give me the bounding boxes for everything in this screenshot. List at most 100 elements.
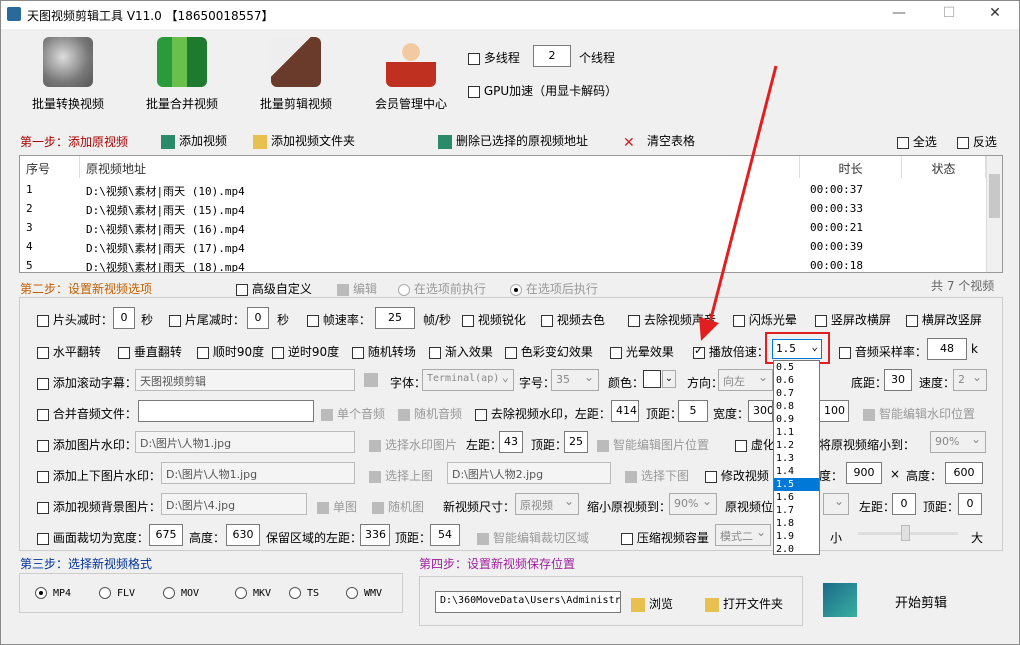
crop-width-input[interactable]: 675 — [149, 524, 183, 546]
fadein-checkbox[interactable] — [429, 346, 441, 359]
merge-audio-input[interactable] — [138, 400, 314, 422]
advanced-checkbox[interactable] — [236, 283, 248, 296]
keep-top-input[interactable]: 54 — [430, 524, 460, 546]
vflip-checkbox[interactable] — [118, 346, 130, 359]
crop-height-input[interactable]: 630 — [226, 524, 260, 546]
fps-input[interactable]: 25 — [375, 307, 415, 329]
format-option-mov[interactable]: MOV — [163, 587, 199, 599]
up-img-path[interactable]: D:\图片\人物1.jpg — [161, 462, 355, 484]
choose-up-button[interactable]: 选择上图 — [369, 467, 433, 484]
head-trim-input[interactable]: 0 — [113, 307, 135, 329]
format-option-mp4[interactable]: MP4 — [35, 587, 71, 599]
clear-table-button[interactable]: ✕ 清空表格 — [623, 132, 695, 151]
speed-option-item[interactable]: 2.0 — [774, 543, 819, 556]
h2v-option[interactable]: 横屏改竖屏 — [906, 311, 982, 328]
decolor-checkbox[interactable] — [541, 314, 553, 327]
smart-wm-button[interactable]: 智能编辑水印位置 — [863, 405, 975, 422]
batch-merge-button[interactable]: 批量合并视频 — [139, 37, 225, 117]
merge-audio-option[interactable]: 合并音频文件： — [37, 405, 137, 422]
speed-option-item[interactable]: 1.7 — [774, 504, 819, 517]
speed-option-item[interactable]: 1.6 — [774, 491, 819, 504]
format-radio[interactable] — [163, 587, 175, 599]
vflip-option[interactable]: 垂直翻转 — [118, 343, 182, 360]
gpu-option[interactable]: GPU加速（用显卡解码） — [468, 82, 617, 99]
tail-trim-input[interactable]: 0 — [247, 307, 269, 329]
modify-size-checkbox[interactable] — [705, 470, 717, 483]
compress-checkbox[interactable] — [621, 532, 633, 545]
crop-option[interactable]: 画面裁切为宽度： — [37, 529, 149, 546]
add-video-button[interactable]: 添加视频 — [161, 132, 227, 149]
list-scrollbar[interactable] — [986, 156, 1002, 272]
compress-mode-select[interactable]: 模式二 — [715, 524, 771, 546]
direction-select[interactable]: 向左 — [718, 369, 773, 391]
batch-edit-button[interactable]: 批量剪辑视频 — [253, 37, 339, 117]
single-bg-button[interactable]: 单图 — [317, 498, 357, 515]
decolor-option[interactable]: 视频去色 — [541, 311, 605, 328]
random-trans-checkbox[interactable] — [352, 346, 364, 359]
bg-left-input[interactable]: 0 — [892, 493, 916, 515]
speed-option-item[interactable]: 0.9 — [774, 413, 819, 426]
exec-after-radio[interactable] — [510, 283, 522, 296]
sharpen-option[interactable]: 视频锐化 — [462, 311, 526, 328]
scroll-speed-select[interactable]: 2 — [953, 369, 987, 391]
single-audio-button[interactable]: 单个音频 — [321, 405, 385, 422]
crop-checkbox[interactable] — [37, 532, 49, 545]
merge-audio-checkbox[interactable] — [37, 408, 49, 421]
start-edit-icon[interactable] — [823, 583, 857, 617]
scroll-text-option[interactable]: 添加滚动字幕： — [37, 374, 137, 391]
img-wm-checkbox[interactable] — [37, 439, 49, 452]
mute-checkbox[interactable] — [628, 314, 640, 327]
choose-img-button[interactable]: 选择水印图片 — [369, 436, 457, 453]
sample-option[interactable]: 音频采样率： — [839, 343, 927, 360]
bg-top-input[interactable]: 0 — [958, 493, 982, 515]
sample-checkbox[interactable] — [839, 346, 851, 359]
img-left-input[interactable]: 43 — [499, 431, 523, 453]
speed-option-item[interactable]: 0.5 — [774, 361, 819, 374]
head-trim-checkbox[interactable] — [37, 314, 49, 327]
speed-option-item[interactable]: 1.2 — [774, 439, 819, 452]
speed-option-item[interactable]: 0.8 — [774, 400, 819, 413]
col-status[interactable]: 状态 — [902, 156, 986, 178]
speed-option-item[interactable]: 1.5 — [774, 478, 819, 491]
invert-checkbox[interactable] — [957, 136, 969, 149]
table-row[interactable]: 2 D:\视频\素材|雨天 (15).mp4 00:00:33 — [20, 199, 986, 218]
batch-convert-button[interactable]: 批量转换视频 — [25, 37, 111, 117]
format-option-ts[interactable]: TS — [289, 587, 319, 599]
blur-checkbox[interactable] — [735, 439, 747, 452]
bg-shrink-select[interactable]: 90% — [669, 493, 717, 515]
scroll-text-checkbox[interactable] — [37, 377, 49, 390]
speed-option-item[interactable]: 1.8 — [774, 517, 819, 530]
thread-count-input[interactable]: 2 — [533, 45, 571, 67]
video-list[interactable]: 序号 原视频地址 时长 状态 1 D:\视频\素材|雨天 (10).mp4 00:0… — [19, 155, 1003, 273]
format-option-mkv[interactable]: MKV — [235, 587, 271, 599]
head-trim-option[interactable]: 片头减时： — [37, 311, 113, 328]
speed-option-item[interactable]: 1.9 — [774, 530, 819, 543]
format-option-flv[interactable]: FLV — [99, 587, 135, 599]
save-path-input[interactable]: D:\360MoveData\Users\Administr — [435, 591, 621, 613]
random-bg-button[interactable]: 随机图 — [372, 498, 424, 515]
v2h-option[interactable]: 竖屏改横屏 — [815, 311, 891, 328]
multithread-option[interactable]: 多线程 — [468, 49, 520, 66]
speed-dropdown-list[interactable]: 0.5 0.6 0.7 0.8 0.9 1.1 1.2 1.3 1.4 1.5 1.6 1.7 1.8 1… — [773, 360, 820, 555]
exec-after-option[interactable]: 在选项后执行 — [510, 280, 598, 297]
font-select[interactable]: Terminal(ap) — [422, 369, 514, 391]
bottom-input[interactable]: 30 — [884, 369, 912, 391]
h2v-checkbox[interactable] — [906, 314, 918, 327]
halo-checkbox[interactable] — [610, 346, 622, 359]
wm-height-input[interactable]: 100 — [819, 400, 849, 422]
minimize-button[interactable]: — — [887, 5, 911, 21]
shrink-select[interactable]: 90% — [930, 431, 986, 453]
halo-option[interactable]: 光晕效果 — [610, 343, 674, 360]
updown-option[interactable]: 添加上下图片水印： — [37, 467, 161, 484]
blur-option[interactable]: 虚化 — [735, 436, 775, 453]
format-radio[interactable] — [99, 587, 111, 599]
color-swatch[interactable] — [643, 370, 661, 388]
close-button[interactable]: ✕ — [983, 5, 1007, 21]
table-row[interactable]: 3 D:\视频\素材|雨天 (16).mp4 00:00:21 — [20, 218, 986, 237]
bg-img-path[interactable]: D:\图片\4.jpg — [161, 493, 307, 515]
color-fx-option[interactable]: 色彩变幻效果 — [505, 343, 593, 360]
multithread-checkbox[interactable] — [468, 52, 480, 65]
smart-img-button[interactable]: 智能编辑图片位置 — [597, 436, 709, 453]
size-select[interactable]: 35 — [551, 369, 599, 391]
remove-wm-option[interactable]: 去除视频水印，左距： — [475, 405, 611, 422]
